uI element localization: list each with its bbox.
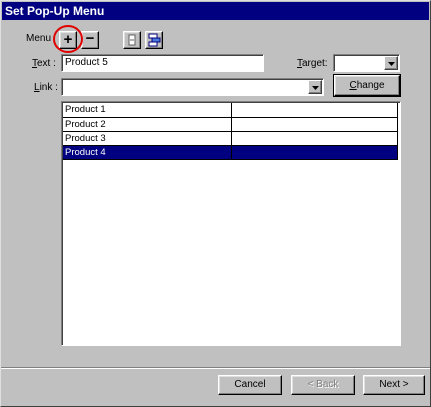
link-label: Link :	[34, 82, 58, 93]
table-row[interactable]: Product 1	[63, 103, 398, 118]
target-dropdown-button[interactable]	[384, 56, 398, 70]
menu-label: Menu	[26, 33, 52, 44]
table-row[interactable]: Product 3	[63, 131, 398, 146]
table-row[interactable]: Product 4	[63, 145, 398, 160]
next-button[interactable]: Next >	[363, 375, 425, 395]
link-select[interactable]	[61, 78, 324, 96]
menu-item-text-cell[interactable]: Product 1	[63, 103, 232, 118]
set-popup-menu-dialog: Set Pop-Up Menu Menu + − Text : Product …	[0, 0, 431, 407]
menu-item-link-cell[interactable]	[231, 131, 398, 146]
move-up-icon	[128, 34, 136, 46]
footer-divider	[1, 367, 430, 369]
chevron-down-icon	[312, 86, 319, 90]
next-button-label: Next >	[379, 379, 409, 390]
menu-item-text-cell[interactable]: Product 3	[63, 131, 232, 146]
menu-item-link-cell[interactable]	[231, 145, 398, 160]
chevron-down-icon	[388, 62, 395, 66]
table-row[interactable]: Product 2	[63, 117, 398, 132]
menu-item-text-cell[interactable]: Product 4	[63, 145, 232, 160]
back-button-label: < Back	[307, 379, 339, 390]
menu-item-text-cell[interactable]: Product 2	[63, 117, 232, 132]
window-title: Set Pop-Up Menu	[5, 4, 105, 18]
target-select[interactable]	[333, 54, 400, 72]
menu-items-table: Product 1 Product 2 Product 3 Product 4	[63, 103, 398, 160]
indent-icon	[148, 33, 161, 47]
text-label: Text :	[32, 58, 56, 69]
link-dropdown-button[interactable]	[308, 80, 322, 94]
menu-item-link-cell[interactable]	[231, 103, 398, 118]
menu-item-link-cell[interactable]	[231, 117, 398, 132]
change-button[interactable]: Change	[333, 74, 401, 97]
text-field-value: Product 5	[65, 57, 108, 68]
title-bar: Set Pop-Up Menu	[2, 2, 429, 20]
back-button[interactable]: < Back	[291, 375, 355, 395]
move-up-button[interactable]	[123, 31, 141, 49]
cancel-button[interactable]: Cancel	[218, 375, 282, 395]
minus-icon: −	[85, 30, 95, 47]
target-label: Target:	[297, 58, 328, 69]
move-down-button[interactable]	[145, 31, 163, 49]
highlight-circle	[53, 25, 83, 53]
text-field[interactable]: Product 5	[61, 54, 264, 72]
menu-items-list[interactable]: Product 1 Product 2 Product 3 Product 4	[61, 101, 401, 346]
cancel-button-label: Cancel	[234, 379, 266, 390]
change-button-label: Change	[349, 80, 385, 91]
